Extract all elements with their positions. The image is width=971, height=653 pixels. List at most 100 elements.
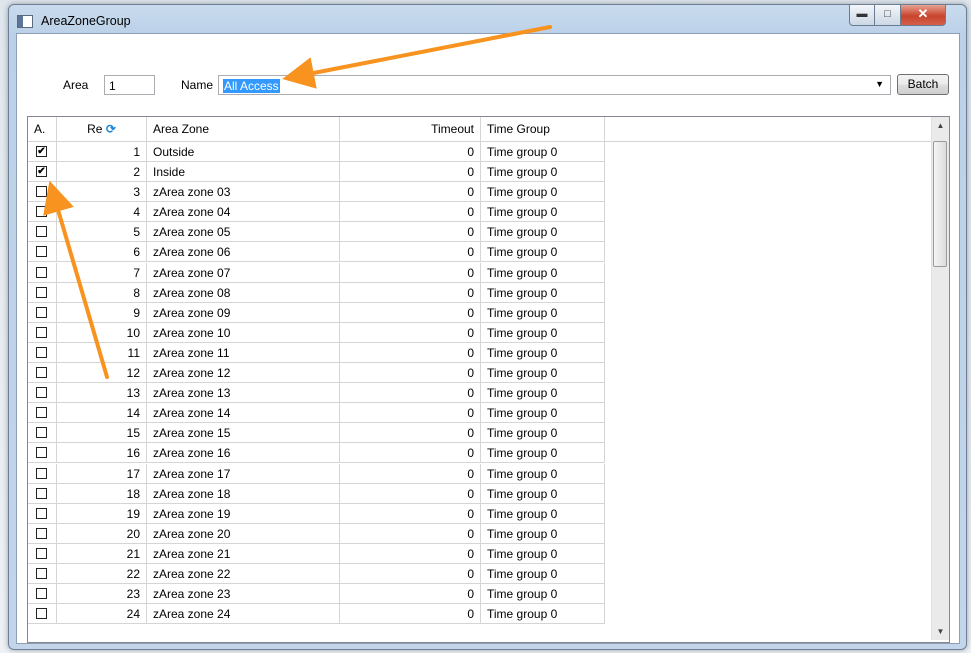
area-zone-cell[interactable]: zArea zone 19 bbox=[147, 503, 340, 524]
active-cell[interactable] bbox=[28, 584, 57, 605]
active-cell[interactable] bbox=[28, 282, 57, 303]
active-cell[interactable] bbox=[28, 483, 57, 504]
time-group-cell[interactable]: Time group 0 bbox=[481, 604, 605, 625]
timeout-cell[interactable]: 0 bbox=[340, 543, 481, 564]
table-row[interactable]: 18 zArea zone 18 0 Time group 0 bbox=[28, 483, 931, 504]
timeout-cell[interactable]: 0 bbox=[340, 523, 481, 544]
checkbox-icon[interactable] bbox=[36, 507, 47, 519]
timeout-cell[interactable]: 0 bbox=[340, 584, 481, 605]
active-cell[interactable] bbox=[28, 503, 57, 524]
area-zone-cell[interactable]: zArea zone 09 bbox=[147, 302, 340, 323]
timeout-cell[interactable]: 0 bbox=[340, 342, 481, 363]
time-group-cell[interactable]: Time group 0 bbox=[481, 403, 605, 424]
table-row[interactable]: 8 zArea zone 08 0 Time group 0 bbox=[28, 282, 931, 303]
time-group-cell[interactable]: Time group 0 bbox=[481, 563, 605, 584]
time-group-cell[interactable]: Time group 0 bbox=[481, 142, 605, 162]
maximize-button[interactable]: □ bbox=[874, 5, 901, 26]
active-cell[interactable] bbox=[28, 423, 57, 444]
checkbox-icon[interactable] bbox=[36, 226, 47, 238]
time-group-cell[interactable]: Time group 0 bbox=[481, 262, 605, 283]
area-zone-cell[interactable]: zArea zone 12 bbox=[147, 363, 340, 384]
timeout-cell[interactable]: 0 bbox=[340, 242, 481, 263]
checkbox-icon[interactable] bbox=[36, 527, 47, 539]
area-zone-cell[interactable]: zArea zone 17 bbox=[147, 463, 340, 484]
timeout-cell[interactable]: 0 bbox=[340, 363, 481, 384]
active-cell[interactable] bbox=[28, 443, 57, 464]
checkbox-icon[interactable] bbox=[36, 346, 47, 358]
active-cell[interactable]: ✔ bbox=[28, 142, 57, 162]
table-row[interactable]: ✔ 2 Inside 0 Time group 0 bbox=[28, 162, 931, 183]
active-cell[interactable] bbox=[28, 403, 57, 424]
table-row[interactable]: 5 zArea zone 05 0 Time group 0 bbox=[28, 222, 931, 243]
timeout-cell[interactable]: 0 bbox=[340, 563, 481, 584]
table-row[interactable]: 22 zArea zone 22 0 Time group 0 bbox=[28, 563, 931, 584]
table-row[interactable]: 3 zArea zone 03 0 Time group 0 bbox=[28, 182, 931, 203]
time-group-cell[interactable]: Time group 0 bbox=[481, 463, 605, 484]
checkbox-icon[interactable] bbox=[36, 306, 47, 318]
area-zone-cell[interactable]: zArea zone 05 bbox=[147, 222, 340, 243]
active-cell[interactable]: ✔ bbox=[28, 162, 57, 183]
checkbox-icon[interactable] bbox=[36, 186, 47, 198]
checkbox-icon[interactable]: ✔ bbox=[36, 166, 47, 178]
checkbox-icon[interactable] bbox=[36, 608, 47, 620]
chevron-down-icon[interactable]: ▼ bbox=[875, 79, 884, 89]
timeout-cell[interactable]: 0 bbox=[340, 604, 481, 625]
table-row[interactable]: 12 zArea zone 12 0 Time group 0 bbox=[28, 363, 931, 384]
area-zone-cell[interactable]: zArea zone 11 bbox=[147, 342, 340, 363]
area-zone-cell[interactable]: zArea zone 10 bbox=[147, 322, 340, 343]
area-zone-cell[interactable]: zArea zone 23 bbox=[147, 584, 340, 605]
time-group-cell[interactable]: Time group 0 bbox=[481, 423, 605, 444]
area-zone-cell[interactable]: zArea zone 06 bbox=[147, 242, 340, 263]
area-zone-cell[interactable]: zArea zone 21 bbox=[147, 543, 340, 564]
close-button[interactable]: ✕ bbox=[900, 5, 946, 26]
timeout-cell[interactable]: 0 bbox=[340, 403, 481, 424]
active-cell[interactable] bbox=[28, 363, 57, 384]
area-input[interactable]: 1 bbox=[104, 75, 155, 95]
time-group-cell[interactable]: Time group 0 bbox=[481, 202, 605, 223]
checkbox-icon[interactable] bbox=[36, 407, 47, 419]
area-zone-cell[interactable]: zArea zone 07 bbox=[147, 262, 340, 283]
area-zone-cell[interactable]: zArea zone 08 bbox=[147, 282, 340, 303]
checkbox-icon[interactable] bbox=[36, 467, 47, 479]
checkbox-icon[interactable] bbox=[36, 266, 47, 278]
time-group-cell[interactable]: Time group 0 bbox=[481, 503, 605, 524]
area-zone-cell[interactable]: zArea zone 24 bbox=[147, 604, 340, 625]
checkbox-icon[interactable] bbox=[36, 567, 47, 579]
active-cell[interactable] bbox=[28, 604, 57, 625]
table-row[interactable]: 14 zArea zone 14 0 Time group 0 bbox=[28, 403, 931, 424]
area-zone-cell[interactable]: zArea zone 03 bbox=[147, 182, 340, 203]
checkbox-icon[interactable] bbox=[36, 246, 47, 258]
table-row[interactable]: ✔ 1 Outside 0 Time group 0 bbox=[28, 142, 931, 162]
table-row[interactable]: 16 zArea zone 16 0 Time group 0 bbox=[28, 443, 931, 464]
timeout-cell[interactable]: 0 bbox=[340, 423, 481, 444]
time-group-cell[interactable]: Time group 0 bbox=[481, 242, 605, 263]
minimize-button[interactable]: ▬ bbox=[849, 5, 875, 26]
table-row[interactable]: 6 zArea zone 06 0 Time group 0 bbox=[28, 242, 931, 263]
table-row[interactable]: 11 zArea zone 11 0 Time group 0 bbox=[28, 342, 931, 363]
title-bar[interactable]: AreaZoneGroup ▬ □ ✕ bbox=[9, 5, 966, 33]
time-group-cell[interactable]: Time group 0 bbox=[481, 383, 605, 404]
active-cell[interactable] bbox=[28, 222, 57, 243]
area-zone-cell[interactable]: zArea zone 04 bbox=[147, 202, 340, 223]
timeout-cell[interactable]: 0 bbox=[340, 142, 481, 162]
checkbox-icon[interactable] bbox=[36, 547, 47, 559]
table-row[interactable]: 19 zArea zone 19 0 Time group 0 bbox=[28, 503, 931, 524]
area-zone-grid[interactable]: A. Re ⟳ Area Zone Timeout Time Group ✔ 1 O… bbox=[27, 116, 950, 643]
time-group-cell[interactable]: Time group 0 bbox=[481, 222, 605, 243]
area-zone-cell[interactable]: zArea zone 20 bbox=[147, 523, 340, 544]
column-header-active[interactable]: A. bbox=[28, 117, 57, 141]
area-zone-cell[interactable]: zArea zone 13 bbox=[147, 383, 340, 404]
timeout-cell[interactable]: 0 bbox=[340, 322, 481, 343]
area-zone-cell[interactable]: Inside bbox=[147, 162, 340, 183]
time-group-cell[interactable]: Time group 0 bbox=[481, 543, 605, 564]
time-group-cell[interactable]: Time group 0 bbox=[481, 282, 605, 303]
time-group-cell[interactable]: Time group 0 bbox=[481, 523, 605, 544]
time-group-cell[interactable]: Time group 0 bbox=[481, 363, 605, 384]
area-zone-cell[interactable]: zArea zone 18 bbox=[147, 483, 340, 504]
table-row[interactable]: 13 zArea zone 13 0 Time group 0 bbox=[28, 383, 931, 404]
timeout-cell[interactable]: 0 bbox=[340, 383, 481, 404]
timeout-cell[interactable]: 0 bbox=[340, 483, 481, 504]
checkbox-icon[interactable] bbox=[36, 326, 47, 338]
time-group-cell[interactable]: Time group 0 bbox=[481, 162, 605, 183]
scroll-thumb[interactable] bbox=[933, 141, 947, 267]
